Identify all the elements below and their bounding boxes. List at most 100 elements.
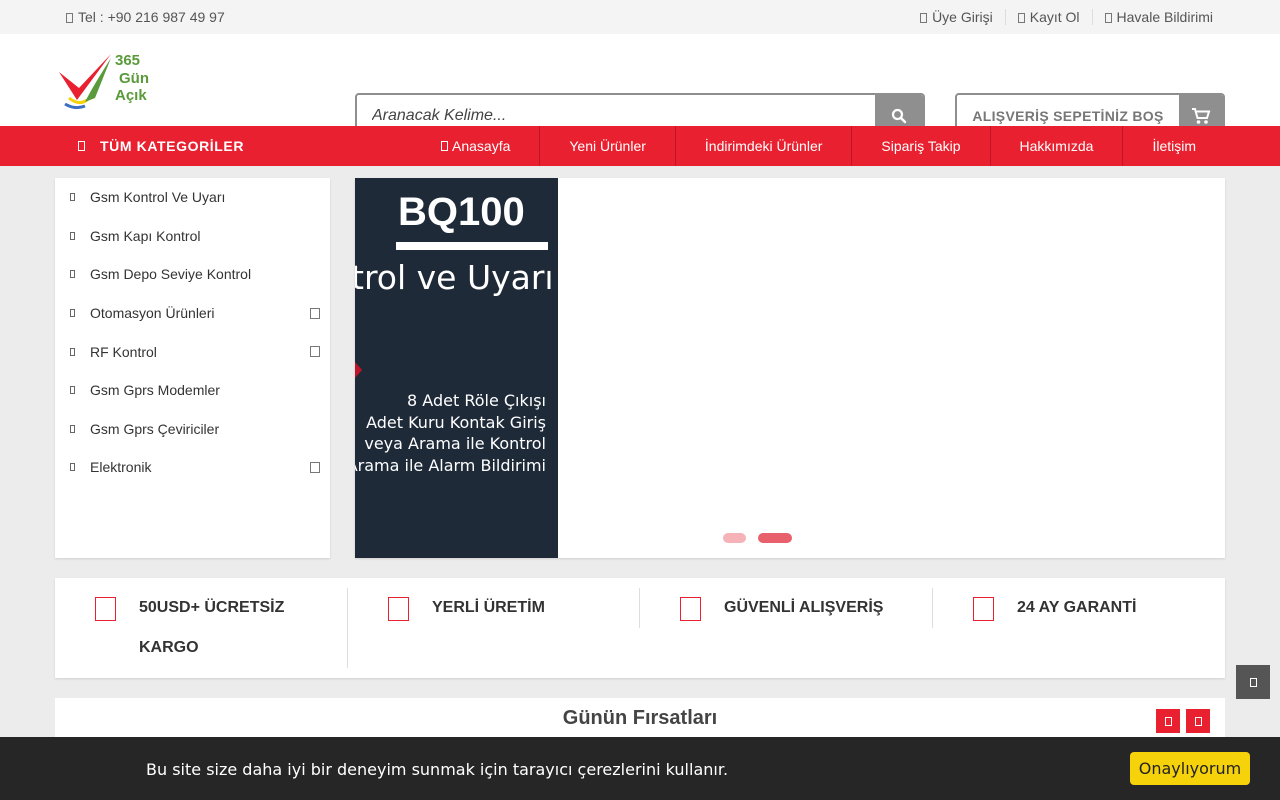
deals-next-button[interactable]: [1186, 709, 1210, 733]
cookie-message: Bu site size daha iyi bir deneyim sunmak…: [146, 760, 729, 779]
nav-home-label: Anasayfa: [452, 138, 511, 154]
truck-icon: [95, 597, 116, 621]
slider-pagination: [723, 533, 792, 543]
sidebar-item-rf-kontrol[interactable]: RF Kontrol: [55, 332, 330, 371]
top-bar: Tel : +90 216 987 49 97 Üye Girişi Kayıt…: [0, 0, 1280, 34]
phone-text: Tel : +90 216 987 49 97: [78, 9, 225, 25]
login-link[interactable]: Üye Girişi: [908, 9, 1005, 25]
user-icon: [920, 13, 928, 23]
header: 365 Gün Açık ALIŞVERİŞ SEPETİNİZ BOŞ: [0, 34, 1280, 139]
sidebar-item-gsm-depo[interactable]: Gsm Depo Seviye Kontrol: [55, 255, 330, 294]
nav-contact[interactable]: İletişim: [1122, 126, 1225, 166]
user-plus-icon: [1017, 13, 1025, 23]
divider: [347, 588, 348, 668]
svg-text:Açık: Açık: [115, 87, 147, 104]
slide-accent-arrow: [355, 362, 362, 378]
nav-discounted-products-label: İndirimdeki Ürünler: [704, 138, 823, 154]
cookie-accept-button[interactable]: Onaylıyorum: [1130, 752, 1250, 785]
nav-menu: Anasayfa Yeni Ürünler İndirimdeki Ürünle…: [412, 126, 1225, 166]
sidebar-item-label: Gsm Kontrol Ve Uyarı: [90, 189, 226, 206]
chevron-left-icon: [1164, 716, 1172, 726]
nav-order-tracking-label: Sipariş Takip: [881, 138, 961, 154]
sidebar-item-gsm-kapi[interactable]: Gsm Kapı Kontrol: [55, 217, 330, 256]
register-link-label: Kayıt Ol: [1029, 9, 1080, 25]
feature-warranty: 24 AY GARANTİ: [973, 588, 1177, 668]
transfer-notice-label: Havale Bildirimi: [1116, 9, 1213, 25]
sidebar-item-gprs-ceviriciler[interactable]: Gsm Gprs Çeviriciler: [55, 410, 330, 449]
lock-icon: [680, 597, 701, 621]
home-icon: [441, 141, 448, 151]
deals-prev-button[interactable]: [1156, 709, 1180, 733]
register-link[interactable]: Kayıt Ol: [1004, 9, 1092, 25]
sidebar-item-label: Otomasyon Ürünleri: [90, 305, 215, 322]
scroll-top-button[interactable]: [1236, 665, 1270, 699]
sidebar-item-label: Gsm Kapı Kontrol: [90, 227, 201, 244]
category-icon: [70, 270, 75, 279]
account-links: Üye Girişi Kayıt Ol Havale Bildirimi: [908, 9, 1225, 25]
category-sidebar: Gsm Kontrol Ve Uyarı Gsm Kapı Kontrol Gs…: [55, 178, 330, 558]
sidebar-item-label: RF Kontrol: [90, 343, 157, 360]
menu-icon: [78, 141, 85, 151]
main-navbar: TÜM KATEGORİLER Anasayfa Yeni Ürünler İn…: [0, 126, 1280, 166]
category-icon: [70, 231, 75, 240]
slide-features: 8 Adet Röle Çıkışı Adet Kuru Kontak Giri…: [355, 390, 546, 476]
sidebar-item-label: Gsm Gprs Çeviriciler: [90, 420, 220, 437]
features-strip: 50USD+ ÜCRETSİZ KARGO YERLİ ÜRETİM GÜVEN…: [55, 578, 1225, 678]
slide-banner[interactable]: BQ100 trol ve Uyarı 8 Adet Röle Çıkışı A…: [355, 178, 558, 558]
nav-new-products-label: Yeni Ürünler: [569, 138, 646, 154]
feature-label: GÜVENLİ ALIŞVERİŞ: [724, 599, 884, 616]
divider: [932, 588, 933, 628]
shield-icon: [973, 597, 994, 621]
chevron-right-icon[interactable]: [310, 346, 320, 358]
nav-about[interactable]: Hakkımızda: [989, 126, 1123, 166]
slider-dot-1[interactable]: [723, 533, 746, 543]
slide-subtitle: trol ve Uyarı: [355, 258, 554, 297]
nav-order-tracking[interactable]: Sipariş Takip: [851, 126, 989, 166]
svg-text:Gün: Gün: [119, 70, 149, 87]
nav-home[interactable]: Anasayfa: [412, 126, 539, 166]
feature-label: 24 AY GARANTİ: [1017, 599, 1137, 616]
phone-icon: [66, 13, 73, 23]
all-categories-button[interactable]: TÜM KATEGORİLER: [78, 138, 244, 154]
feature-label: 50USD+ ÜCRETSİZ KARGO: [139, 599, 285, 656]
slide-title: BQ100: [398, 190, 525, 234]
sidebar-item-gsm-kontrol[interactable]: Gsm Kontrol Ve Uyarı: [55, 178, 330, 217]
category-icon: [70, 347, 75, 356]
nav-contact-label: İletişim: [1152, 138, 1196, 154]
factory-icon: [388, 597, 409, 621]
feature-secure-shopping: GÜVENLİ ALIŞVERİŞ: [680, 588, 924, 668]
sidebar-item-label: Gsm Depo Seviye Kontrol: [90, 266, 252, 283]
feature-label: YERLİ ÜRETİM: [432, 599, 545, 616]
chevron-right-icon[interactable]: [310, 307, 320, 319]
category-icon: [70, 463, 75, 472]
slide-divider: [396, 242, 548, 250]
nav-discounted-products[interactable]: İndirimdeki Ürünler: [674, 126, 851, 166]
login-link-label: Üye Girişi: [932, 9, 993, 25]
slide-feature-line: veya Arama ile Kontrol: [364, 434, 546, 453]
transfer-notice-link[interactable]: Havale Bildirimi: [1091, 9, 1225, 25]
search-icon: [891, 108, 907, 124]
chevron-right-icon[interactable]: [310, 461, 320, 473]
bank-icon: [1104, 13, 1112, 23]
logo-checkmark-icon: 365 Gün Açık: [59, 52, 149, 110]
shopping-cart-icon: [1192, 108, 1211, 124]
chevron-right-icon: [1194, 716, 1202, 726]
nav-new-products[interactable]: Yeni Ürünler: [539, 126, 675, 166]
sidebar-item-elektronik[interactable]: Elektronik: [55, 448, 330, 487]
site-logo[interactable]: 365 Gün Açık: [55, 48, 155, 112]
feature-local-production: YERLİ ÜRETİM: [388, 588, 592, 668]
slide-feature-line: Adet Kuru Kontak Giriş: [366, 412, 546, 432]
all-categories-label: TÜM KATEGORİLER: [100, 138, 245, 154]
category-icon: [70, 309, 75, 318]
category-icon: [70, 424, 75, 433]
feature-free-shipping: 50USD+ ÜCRETSİZ KARGO: [95, 588, 299, 668]
category-icon: [70, 193, 75, 202]
slider-dot-2[interactable]: [758, 533, 792, 543]
arrow-up-icon: [1249, 677, 1257, 687]
svg-text:365: 365: [115, 52, 140, 69]
phone-info: Tel : +90 216 987 49 97: [66, 9, 225, 25]
sidebar-item-gprs-modemler[interactable]: Gsm Gprs Modemler: [55, 371, 330, 410]
cookie-banner: Bu site size daha iyi bir deneyim sunmak…: [0, 737, 1280, 800]
category-icon: [70, 386, 75, 395]
sidebar-item-otomasyon[interactable]: Otomasyon Ürünleri: [55, 294, 330, 333]
